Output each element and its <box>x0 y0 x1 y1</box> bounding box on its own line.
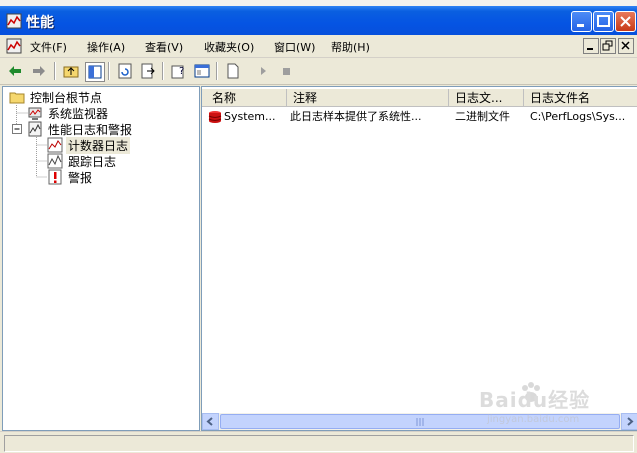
cell-log-type: 二进制文件 <box>455 110 510 123</box>
collapse-toggle[interactable] <box>12 124 22 134</box>
restore-icon <box>602 40 613 51</box>
database-log-icon <box>208 111 222 123</box>
back-arrow-icon <box>9 66 21 76</box>
tree-item-counter-logs[interactable]: 计数器日志 <box>47 136 131 154</box>
menu-favorites[interactable]: 收藏夹(O) <box>204 39 254 55</box>
status-bar <box>0 431 637 453</box>
counter-log-icon <box>47 137 63 153</box>
toolbar-separator <box>216 62 218 80</box>
start-button[interactable] <box>254 62 272 80</box>
watermark-url: jingyan.baidu.com <box>487 414 580 425</box>
watermark-brand: Baidu经验 <box>479 388 591 412</box>
menu-view[interactable]: 查看(V) <box>145 39 183 55</box>
column-header-label: 名称 <box>212 91 237 105</box>
cell-log-file: C:\PerfLogs\Sys... <box>530 110 626 123</box>
tree-label-logs-alerts: 性能日志和警报 <box>48 122 133 137</box>
properties-button[interactable] <box>193 62 211 80</box>
menu-bar: 文件(F) 操作(A) 查看(V) 收藏夹(O) 窗口(W) 帮助(H) <box>0 35 637 58</box>
forward-button[interactable] <box>30 62 48 80</box>
alert-icon <box>48 169 62 185</box>
child-minimize-button[interactable] <box>583 38 599 54</box>
svg-text:?: ? <box>179 66 184 77</box>
child-close-button[interactable] <box>618 38 634 54</box>
column-header-label: 日志文... <box>455 91 503 105</box>
up-one-level-button[interactable] <box>62 62 80 80</box>
close-icon <box>620 16 631 27</box>
column-header-label: 注释 <box>293 91 318 105</box>
window-title: 性能 <box>26 15 54 31</box>
column-header-log-file[interactable]: 日志文件名 <box>524 89 637 107</box>
maximize-button[interactable] <box>593 11 614 32</box>
scroll-left-icon <box>206 417 213 426</box>
scroll-left-button[interactable] <box>202 413 219 430</box>
toolbar-separator <box>162 62 164 80</box>
back-button[interactable] <box>6 62 24 80</box>
toolbar-separator <box>108 62 110 80</box>
column-header-comment[interactable]: 注释 <box>287 89 449 107</box>
tree-item-trace-logs[interactable]: 跟踪日志 <box>47 153 118 169</box>
play-icon <box>261 67 266 75</box>
column-header-name[interactable]: 名称 <box>202 89 287 107</box>
tree-label-counter-logs: 计数器日志 <box>66 136 131 154</box>
menu-action[interactable]: 操作(A) <box>87 39 125 55</box>
new-document-icon <box>227 63 239 79</box>
trace-log-icon <box>47 153 63 169</box>
tree-item-logs-alerts[interactable]: 性能日志和警报 <box>27 121 134 137</box>
minimize-icon <box>577 24 584 27</box>
minimize-icon <box>587 48 593 50</box>
refresh-icon <box>118 63 132 79</box>
cell-name: System... <box>224 110 276 123</box>
child-restore-button[interactable] <box>600 38 616 54</box>
export-icon <box>141 63 155 79</box>
console-tree-icon <box>88 65 102 79</box>
system-monitor-icon <box>28 107 42 120</box>
close-icon <box>621 41 630 50</box>
folder-up-icon <box>63 66 79 78</box>
show-hide-tree-button[interactable] <box>85 62 105 82</box>
new-log-button[interactable] <box>224 62 242 80</box>
toolbar-separator <box>54 62 56 80</box>
menu-help[interactable]: 帮助(H) <box>331 39 370 55</box>
help-button[interactable]: ? <box>170 62 188 80</box>
performance-app-icon <box>6 13 22 29</box>
grip-icon <box>416 418 424 426</box>
tree-item-system-monitor[interactable]: 系统监视器 <box>27 105 110 121</box>
console-icon[interactable] <box>6 38 22 54</box>
column-header-log-type[interactable]: 日志文... <box>449 89 524 107</box>
refresh-button[interactable] <box>116 62 134 80</box>
menu-file[interactable]: 文件(F) <box>30 39 67 55</box>
column-header-label: 日志文件名 <box>530 91 591 105</box>
maximize-icon <box>597 15 610 27</box>
perf-logs-icon <box>28 121 42 137</box>
toolbar: ? <box>0 58 637 85</box>
cell-comment: 此日志样本提供了系统性... <box>290 110 422 123</box>
console-tree[interactable]: 控制台根节点 系统监视器 性能日志和警报 计数器日志 跟踪日志 警报 <box>2 86 200 431</box>
stop-button[interactable] <box>277 62 295 80</box>
minimize-button[interactable] <box>571 11 592 32</box>
tree-label-system-monitor: 系统监视器 <box>48 106 109 121</box>
properties-icon <box>194 64 210 78</box>
close-button[interactable] <box>615 11 636 32</box>
minus-icon <box>14 128 20 130</box>
tree-label-trace-logs: 跟踪日志 <box>68 154 117 169</box>
tree-label-alerts: 警报 <box>68 170 93 185</box>
help-icon: ? <box>171 65 184 79</box>
tree-item-alerts[interactable]: 警报 <box>47 169 94 185</box>
stop-icon <box>283 68 290 75</box>
status-panel <box>4 435 634 452</box>
export-list-button[interactable] <box>139 62 157 80</box>
title-bar[interactable]: 性能 <box>0 6 637 35</box>
watermark: Baidu经验 jingyan.baidu.com <box>479 378 629 430</box>
menu-window[interactable]: 窗口(W) <box>274 39 315 55</box>
forward-arrow-icon <box>33 66 45 76</box>
